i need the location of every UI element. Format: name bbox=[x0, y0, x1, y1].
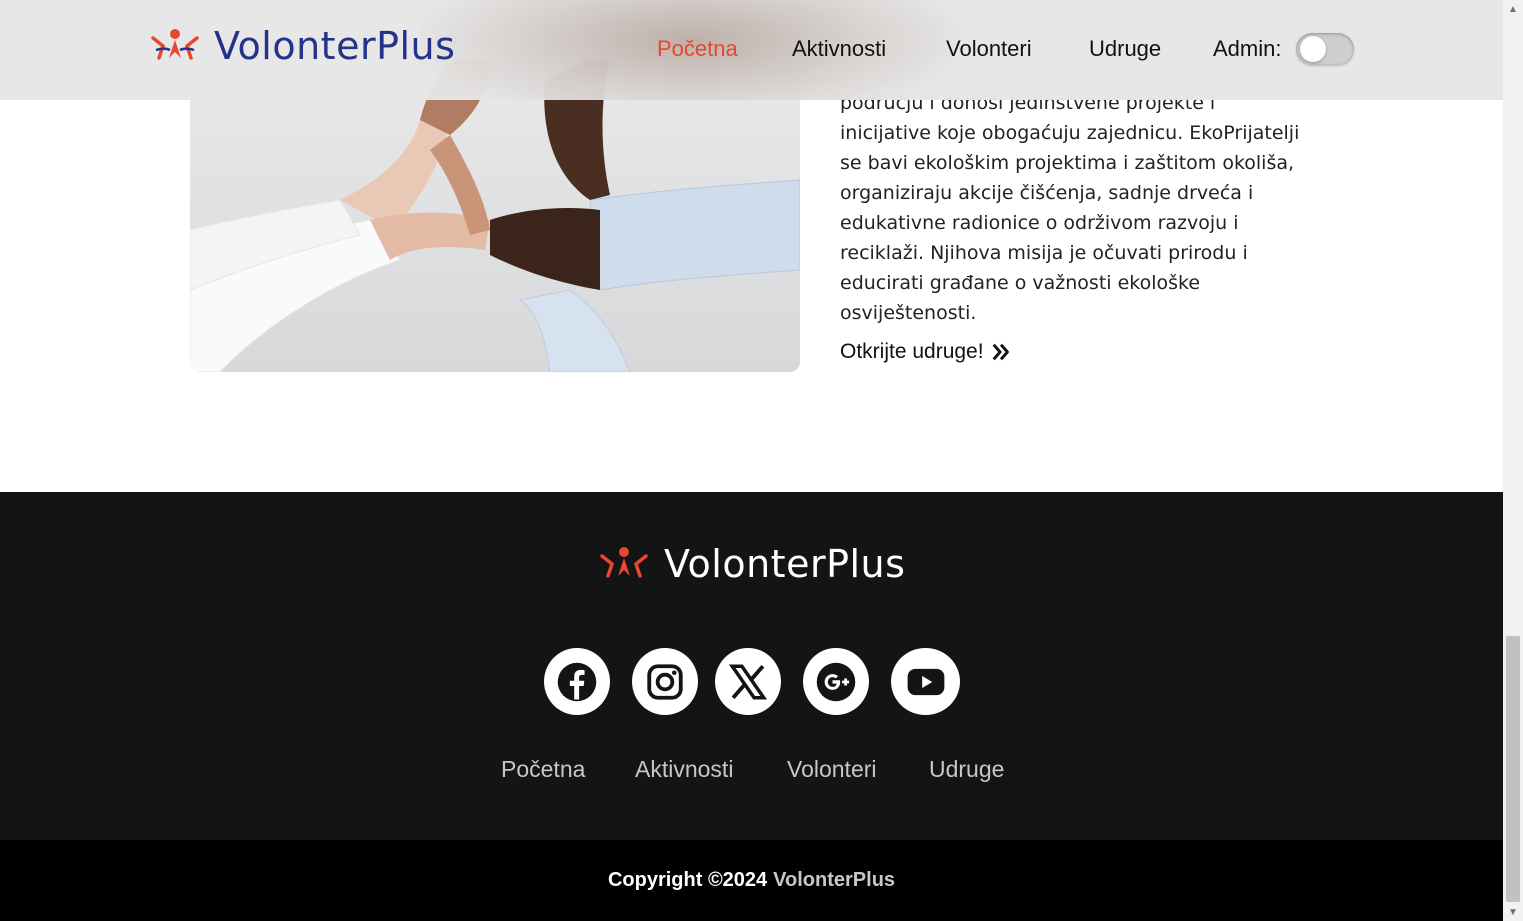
facebook-icon bbox=[557, 662, 597, 701]
scroll-down-arrow-icon[interactable]: ▼ bbox=[1503, 903, 1523, 921]
instagram-link[interactable] bbox=[632, 648, 698, 715]
header-logo[interactable]: VolonterPlus bbox=[150, 24, 455, 68]
copyright-brand: VolonterPlus bbox=[773, 869, 896, 891]
site-footer: VolonterPlus Početna Aktivnosti Volonter… bbox=[0, 492, 1503, 840]
hands-illustration bbox=[190, 60, 800, 372]
association-description: području i donosi jedinstvene projekte i… bbox=[840, 92, 1300, 324]
x-icon bbox=[728, 664, 768, 699]
x-link[interactable] bbox=[715, 648, 781, 715]
instagram-icon bbox=[647, 663, 683, 700]
toggle-knob bbox=[1300, 36, 1326, 62]
double-chevron-right-icon bbox=[992, 343, 1009, 361]
scroll-up-arrow-icon[interactable]: ▲ bbox=[1503, 0, 1523, 18]
footer-nav-volonteri[interactable]: Volonteri bbox=[787, 756, 877, 783]
logo-text: VolonterPlus bbox=[214, 24, 456, 68]
facebook-link[interactable] bbox=[544, 648, 610, 715]
site-header: VolonterPlus Početna Aktivnosti Volonter… bbox=[0, 0, 1503, 100]
nav-volonteri[interactable]: Volonteri bbox=[946, 36, 1032, 62]
volunteer-people-logo-icon bbox=[600, 547, 648, 578]
admin-label: Admin: bbox=[1213, 36, 1282, 61]
cta-label: Otkrijte udruge! bbox=[840, 340, 984, 363]
footer-logo[interactable]: VolonterPlus bbox=[598, 542, 905, 586]
nav-aktivnosti[interactable]: Aktivnosti bbox=[792, 36, 886, 62]
footer-logo-text: VolonterPlus bbox=[664, 542, 906, 586]
vertical-scrollbar[interactable]: ▲ ▼ bbox=[1503, 0, 1523, 921]
google-plus-icon bbox=[816, 662, 856, 701]
volunteer-people-logo-icon bbox=[151, 29, 199, 60]
footer-nav-aktivnosti[interactable]: Aktivnosti bbox=[635, 756, 733, 783]
footer-nav-pocetna[interactable]: Početna bbox=[501, 756, 585, 783]
copyright-bar: Copyright ©2024 VolonterPlus bbox=[0, 840, 1503, 921]
nav-pocetna[interactable]: Početna bbox=[657, 36, 738, 62]
youtube-icon bbox=[907, 668, 944, 695]
discover-associations-link[interactable]: Otkrijte udruge! bbox=[840, 340, 1012, 364]
scroll-thumb[interactable] bbox=[1506, 636, 1520, 902]
nav-udruge[interactable]: Udruge bbox=[1089, 36, 1161, 62]
copyright-text: Copyright ©2024 bbox=[607, 869, 768, 891]
google-plus-link[interactable] bbox=[803, 648, 869, 715]
hands-image bbox=[190, 60, 800, 372]
footer-nav-udruge[interactable]: Udruge bbox=[929, 756, 1004, 783]
youtube-link[interactable] bbox=[891, 648, 960, 715]
admin-toggle[interactable] bbox=[1296, 33, 1354, 65]
